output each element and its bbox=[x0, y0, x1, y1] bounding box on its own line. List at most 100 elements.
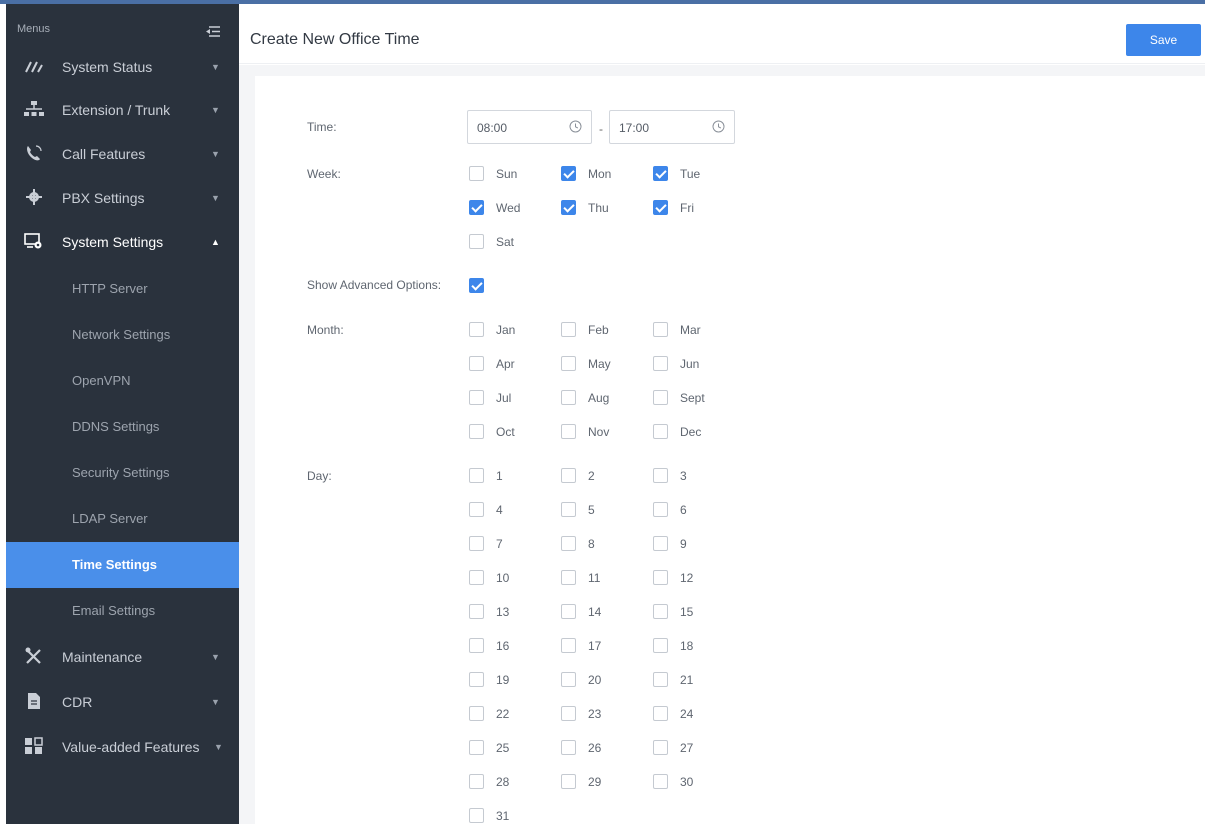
month-feb-checkbox[interactable] bbox=[561, 322, 576, 337]
month-mar-checkbox[interactable] bbox=[653, 322, 668, 337]
week-fri-checkbox[interactable] bbox=[653, 200, 668, 215]
sidebar-item-maintenance[interactable]: Maintenance ▼ bbox=[6, 634, 239, 680]
week-mon-label: Mon bbox=[588, 167, 612, 181]
sidebar-item-label: PBX Settings bbox=[62, 190, 145, 206]
sidebar-subitem-security-settings[interactable]: Security Settings bbox=[6, 450, 239, 496]
day-21-label: 21 bbox=[680, 673, 694, 687]
day-5-checkbox[interactable] bbox=[561, 502, 576, 517]
sidebar-subitem-email-settings[interactable]: Email Settings bbox=[6, 588, 239, 634]
sidebar-item-extension-trunk[interactable]: Extension / Trunk ▼ bbox=[6, 87, 239, 133]
sidebar-item-pbx-settings[interactable]: PBX Settings ▼ bbox=[6, 175, 239, 221]
sidebar-item-call-features[interactable]: Call Features ▼ bbox=[6, 131, 239, 177]
month-nov-checkbox[interactable] bbox=[561, 424, 576, 439]
sidebar-subitem-ddns-settings[interactable]: DDNS Settings bbox=[6, 404, 239, 450]
day-3-checkbox[interactable] bbox=[653, 468, 668, 483]
day-17-checkbox[interactable] bbox=[561, 638, 576, 653]
day-29-checkbox[interactable] bbox=[561, 774, 576, 789]
month-aug-label: Aug bbox=[588, 391, 610, 405]
sidebar-subitem-time-settings[interactable]: Time Settings bbox=[6, 542, 239, 588]
day-15-label: 15 bbox=[680, 605, 694, 619]
month-may-checkbox[interactable] bbox=[561, 356, 576, 371]
sidebar-item-system-status[interactable]: System Status ▼ bbox=[6, 44, 239, 90]
day-26-label: 26 bbox=[588, 741, 602, 755]
end-time-input[interactable]: 17:00 bbox=[609, 110, 735, 144]
sidebar-subitem-label: HTTP Server bbox=[72, 281, 148, 296]
week-wed-checkbox[interactable] bbox=[469, 200, 484, 215]
day-7-checkbox[interactable] bbox=[469, 536, 484, 551]
month-nov-label: Nov bbox=[588, 425, 610, 439]
sidebar-subitem-network-settings[interactable]: Network Settings bbox=[6, 312, 239, 358]
day-11-checkbox[interactable] bbox=[561, 570, 576, 585]
day-17-label: 17 bbox=[588, 639, 602, 653]
day-24-checkbox[interactable] bbox=[653, 706, 668, 721]
day-19-checkbox[interactable] bbox=[469, 672, 484, 687]
day-14-label: 14 bbox=[588, 605, 602, 619]
day-11-label: 11 bbox=[588, 571, 601, 585]
advanced-options-checkbox[interactable] bbox=[469, 278, 484, 293]
day-30-label: 30 bbox=[680, 775, 694, 789]
sidebar-subitem-label: Email Settings bbox=[72, 603, 156, 618]
day-18-label: 18 bbox=[680, 639, 694, 653]
day-22-checkbox[interactable] bbox=[469, 706, 484, 721]
month-feb-label: Feb bbox=[588, 323, 609, 337]
day-10-label: 10 bbox=[496, 571, 510, 585]
collapse-menu-icon[interactable] bbox=[206, 26, 220, 37]
week-label: Week: bbox=[307, 167, 341, 181]
sidebar-subitem-label: DDNS Settings bbox=[72, 419, 160, 434]
sidebar-subitem-label: Network Settings bbox=[72, 327, 171, 342]
day-8-checkbox[interactable] bbox=[561, 536, 576, 551]
month-sept-checkbox[interactable] bbox=[653, 390, 668, 405]
day-14-checkbox[interactable] bbox=[561, 604, 576, 619]
day-31-checkbox[interactable] bbox=[469, 808, 484, 823]
week-thu-checkbox[interactable] bbox=[561, 200, 576, 215]
day-3-label: 3 bbox=[680, 469, 687, 483]
day-16-checkbox[interactable] bbox=[469, 638, 484, 653]
sidebar-item-system-settings[interactable]: System Settings ▲ bbox=[6, 219, 239, 265]
save-button[interactable]: Save bbox=[1126, 24, 1201, 56]
week-mon-checkbox[interactable] bbox=[561, 166, 576, 181]
day-6-checkbox[interactable] bbox=[653, 502, 668, 517]
sidebar-subitem-http-server[interactable]: HTTP Server bbox=[6, 266, 239, 312]
phone-icon bbox=[24, 144, 44, 162]
month-aug-checkbox[interactable] bbox=[561, 390, 576, 405]
day-1-checkbox[interactable] bbox=[469, 468, 484, 483]
sidebar-subitem-openvpn[interactable]: OpenVPN bbox=[6, 358, 239, 404]
day-10-checkbox[interactable] bbox=[469, 570, 484, 585]
menus-label: Menus bbox=[17, 23, 51, 35]
week-tue-label: Tue bbox=[680, 167, 701, 181]
chevron-down-icon: ▼ bbox=[211, 697, 220, 707]
day-23-checkbox[interactable] bbox=[561, 706, 576, 721]
day-1-label: 1 bbox=[496, 469, 503, 483]
month-dec-checkbox[interactable] bbox=[653, 424, 668, 439]
day-12-checkbox[interactable] bbox=[653, 570, 668, 585]
week-tue-checkbox[interactable] bbox=[653, 166, 668, 181]
day-27-checkbox[interactable] bbox=[653, 740, 668, 755]
day-28-checkbox[interactable] bbox=[469, 774, 484, 789]
day-2-checkbox[interactable] bbox=[561, 468, 576, 483]
day-15-checkbox[interactable] bbox=[653, 604, 668, 619]
sidebar-item-cdr[interactable]: CDR ▼ bbox=[6, 679, 239, 725]
day-25-checkbox[interactable] bbox=[469, 740, 484, 755]
day-30-checkbox[interactable] bbox=[653, 774, 668, 789]
sidebar-subitem-ldap-server[interactable]: LDAP Server bbox=[6, 496, 239, 542]
day-21-checkbox[interactable] bbox=[653, 672, 668, 687]
week-sat-checkbox[interactable] bbox=[469, 234, 484, 249]
day-20-label: 20 bbox=[588, 673, 602, 687]
month-jul-checkbox[interactable] bbox=[469, 390, 484, 405]
day-26-checkbox[interactable] bbox=[561, 740, 576, 755]
day-20-checkbox[interactable] bbox=[561, 672, 576, 687]
end-time-value: 17:00 bbox=[619, 121, 650, 135]
month-jan-checkbox[interactable] bbox=[469, 322, 484, 337]
start-time-input[interactable]: 08:00 bbox=[467, 110, 592, 144]
day-13-checkbox[interactable] bbox=[469, 604, 484, 619]
gear-icon bbox=[24, 188, 44, 206]
day-4-checkbox[interactable] bbox=[469, 502, 484, 517]
month-oct-checkbox[interactable] bbox=[469, 424, 484, 439]
day-18-checkbox[interactable] bbox=[653, 638, 668, 653]
day-9-checkbox[interactable] bbox=[653, 536, 668, 551]
day-23-label: 23 bbox=[588, 707, 602, 721]
month-apr-checkbox[interactable] bbox=[469, 356, 484, 371]
sidebar-item-value-added-features[interactable]: Value-added Features ▼ bbox=[6, 724, 239, 770]
month-jun-checkbox[interactable] bbox=[653, 356, 668, 371]
week-sun-checkbox[interactable] bbox=[469, 166, 484, 181]
